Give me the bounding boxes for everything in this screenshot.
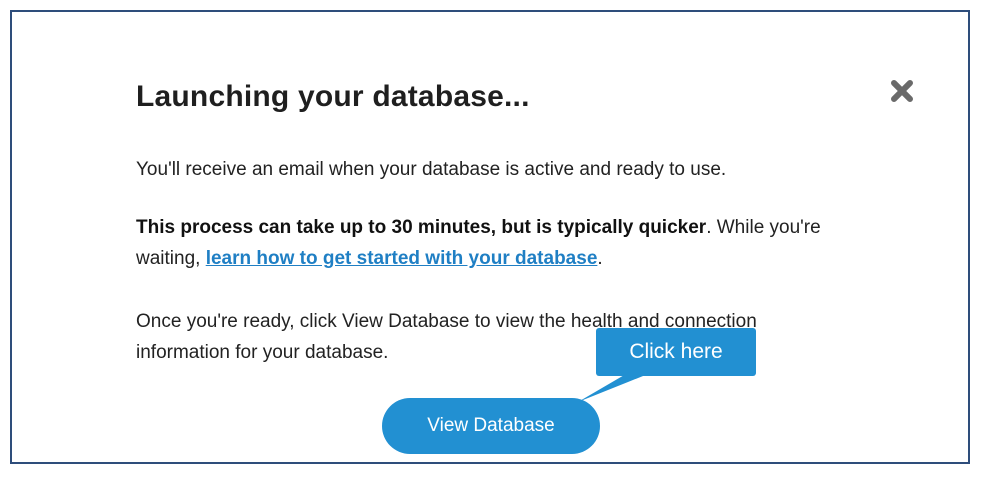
dialog-title: Launching your database... bbox=[136, 80, 530, 113]
getting-started-link[interactable]: learn how to get started with your datab… bbox=[206, 248, 598, 269]
close-x-icon bbox=[891, 80, 913, 102]
callout-label: Click here bbox=[629, 340, 723, 363]
wait-time-bold: This process can take up to 30 minutes, … bbox=[136, 217, 707, 238]
wait-time-after-link: . bbox=[597, 248, 603, 269]
close-button[interactable] bbox=[889, 78, 915, 104]
view-database-button[interactable]: View Database bbox=[382, 398, 600, 454]
wait-time-text: This process can take up to 30 minutes, … bbox=[136, 212, 856, 274]
email-notice-text: You'll receive an email when your databa… bbox=[136, 159, 727, 180]
click-here-callout: Click here bbox=[596, 328, 756, 376]
launch-dialog: Launching your database... You'll receiv… bbox=[10, 10, 970, 464]
